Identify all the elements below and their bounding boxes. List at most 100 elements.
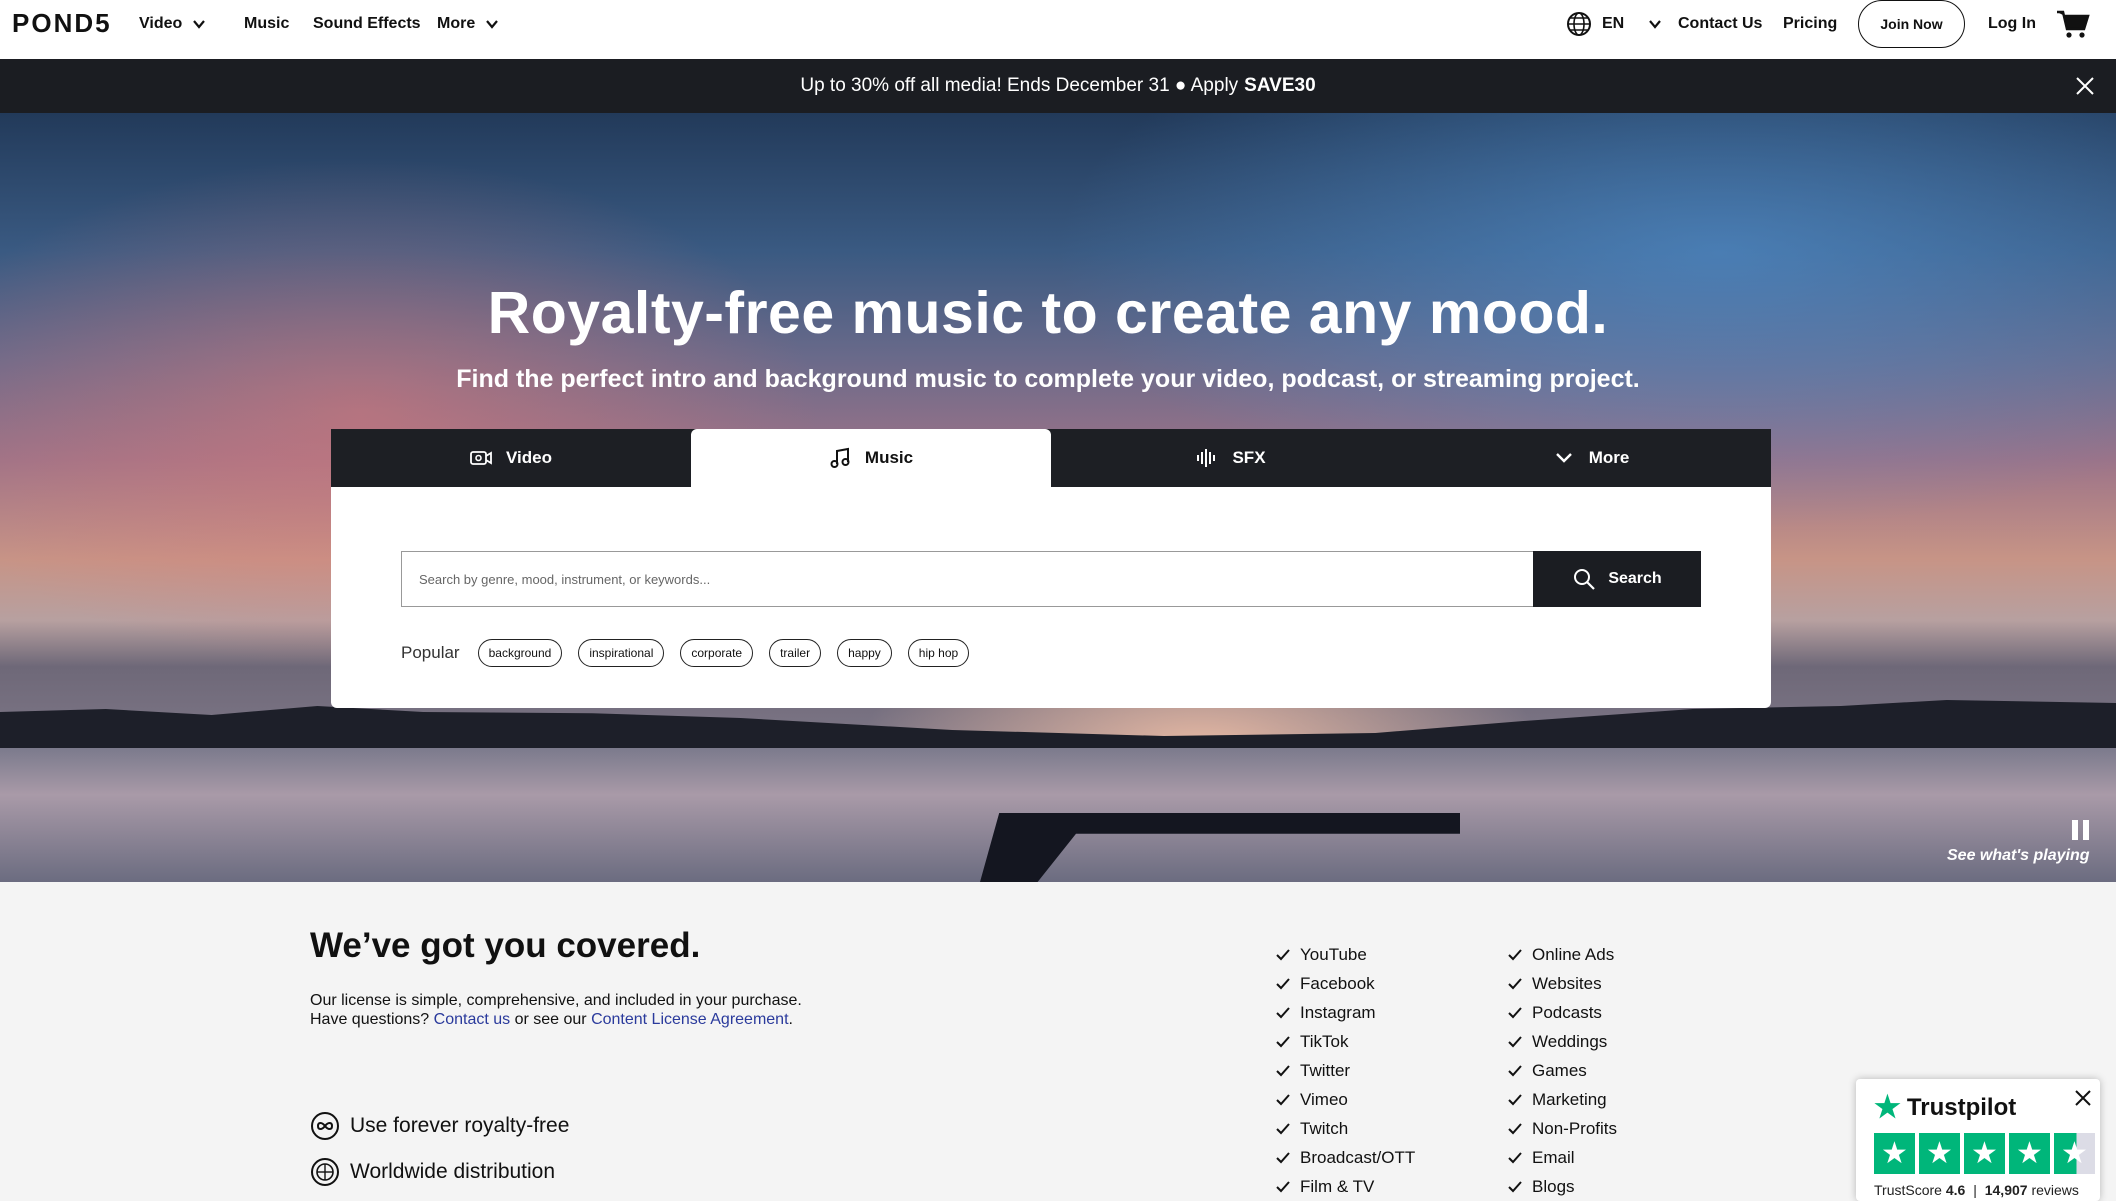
top-nav: POND5 Video Music Sound Effects More EN … <box>0 0 2116 59</box>
popular-tag[interactable]: corporate <box>680 639 754 667</box>
contact-us-link[interactable]: Contact us <box>434 1011 510 1028</box>
language-label: EN <box>1602 15 1625 32</box>
use-case-item: Websites <box>1508 969 1617 998</box>
checkmark-icon <box>1276 948 1290 960</box>
close-icon[interactable] <box>2074 1089 2092 1107</box>
nav-music-label: Music <box>244 15 290 32</box>
popular-tag[interactable]: happy <box>837 639 892 667</box>
star-icon: ★ <box>1874 1133 1915 1174</box>
checkmark-icon <box>1276 1035 1290 1047</box>
checkmark-icon <box>1508 1180 1522 1192</box>
popular-tag[interactable]: inspirational <box>578 639 665 667</box>
nav-login[interactable]: Log In <box>1988 0 2036 48</box>
nav-contact-label: Contact Us <box>1678 15 1763 32</box>
use-case-label: Instagram <box>1300 1002 1376 1022</box>
license-description: Our license is simple, comprehensive, an… <box>310 991 830 1029</box>
review-count: 14,907 <box>1984 1182 2028 1198</box>
hero-subtitle: Find the perfect intro and background mu… <box>456 365 1640 393</box>
use-case-label: Broadcast/OTT <box>1300 1147 1416 1167</box>
use-cases-list-1: YouTube Facebook Instagram TikTok Twitte… <box>1276 940 1415 1201</box>
use-case-label: Non-Profits <box>1532 1118 1618 1138</box>
trustscore-value: 4.6 <box>1945 1182 1966 1198</box>
popular-label: Popular <box>401 643 460 662</box>
pause-icon[interactable] <box>2072 820 2090 840</box>
language-selector[interactable]: EN <box>1566 0 1662 48</box>
nav-pricing-label: Pricing <box>1783 15 1838 32</box>
desc-suffix: . <box>788 1011 793 1028</box>
tab-sfx-label: SFX <box>1232 448 1266 467</box>
promo-banner: Up to 30% off all media! Ends December 3… <box>0 59 2116 113</box>
nav-pricing[interactable]: Pricing <box>1783 0 1837 48</box>
nav-music[interactable]: Music <box>244 0 289 48</box>
reviews-label: reviews <box>2031 1182 2079 1198</box>
use-case-item: Podcasts <box>1508 998 1617 1027</box>
use-case-label: Games <box>1532 1060 1587 1080</box>
use-case-item: Film & TV <box>1276 1172 1415 1201</box>
star-half-icon: ★ <box>2054 1133 2095 1174</box>
checkmark-icon <box>1508 1151 1522 1163</box>
nav-sound-effects[interactable]: Sound Effects <box>313 0 421 48</box>
search-button[interactable]: Search <box>1533 551 1701 607</box>
checkmark-icon <box>1276 1122 1290 1134</box>
camera-icon <box>470 451 492 465</box>
promo-code: SAVE30 <box>1244 75 1316 96</box>
trustpilot-star-icon: ★ <box>1874 1091 1901 1124</box>
trustpilot-score: TrustScore 4.6 | 14,907 reviews <box>1874 1182 2079 1198</box>
tab-music[interactable]: Music <box>691 429 1051 487</box>
popular-tag[interactable]: trailer <box>769 639 822 667</box>
section-title: We’ve got you covered. <box>310 926 701 965</box>
checkmark-icon <box>1508 948 1522 960</box>
use-case-label: Online Ads <box>1532 944 1615 964</box>
tab-video-label: Video <box>506 448 552 467</box>
tab-sfx[interactable]: SFX <box>1051 429 1411 487</box>
feature-label: Use forever royalty-free <box>350 1114 570 1137</box>
tab-more[interactable]: More <box>1411 429 1771 487</box>
globe-icon <box>311 1158 339 1186</box>
trustscore-label: TrustScore <box>1874 1182 1942 1198</box>
use-case-label: Weddings <box>1532 1031 1608 1051</box>
search-icon <box>1574 569 1596 590</box>
join-now-button[interactable]: Join Now <box>1858 0 1965 48</box>
nav-contact[interactable]: Contact Us <box>1678 0 1762 48</box>
license-coverage-section: We’ve got you covered. Our license is si… <box>0 882 2116 1201</box>
promo-text: Up to 30% off all media! Ends December 3… <box>800 75 1239 96</box>
checkmark-icon <box>1508 977 1522 989</box>
close-icon[interactable] <box>2073 74 2097 98</box>
search-input[interactable] <box>401 551 1533 607</box>
use-case-label: Vimeo <box>1300 1089 1348 1109</box>
nav-video[interactable]: Video <box>139 0 206 48</box>
nav-more[interactable]: More <box>437 0 499 48</box>
use-case-item: YouTube <box>1276 940 1415 969</box>
pond5-logo[interactable]: POND5 <box>12 8 112 39</box>
music-note-icon <box>830 447 850 468</box>
trustpilot-logo: ★ Trustpilot <box>1874 1093 2016 1123</box>
globe-icon <box>1567 12 1591 36</box>
tab-more-label: More <box>1588 448 1630 467</box>
checkmark-icon <box>1276 1180 1290 1192</box>
search-button-label: Search <box>1608 570 1662 587</box>
popular-tag[interactable]: hip hop <box>907 639 970 667</box>
use-case-item: Twitch <box>1276 1114 1415 1143</box>
nav-more-label: More <box>437 15 476 32</box>
use-cases-list-2: Online Ads Websites Podcasts Weddings Ga… <box>1508 940 1617 1201</box>
use-case-item: TikTok <box>1276 1027 1415 1056</box>
cart-icon[interactable] <box>2056 9 2090 39</box>
nav-sound-effects-label: Sound Effects <box>313 15 421 32</box>
star-icon: ★ <box>2009 1133 2050 1174</box>
see-whats-playing-link[interactable]: See what's playing <box>1947 847 2090 865</box>
chevron-down-icon <box>1649 20 1662 29</box>
use-case-item: Online Ads <box>1508 940 1617 969</box>
use-case-item: Marketing <box>1508 1085 1617 1114</box>
use-case-label: Podcasts <box>1532 1002 1602 1022</box>
use-case-item: Broadcast/OTT <box>1276 1143 1415 1172</box>
use-case-label: Websites <box>1532 973 1602 993</box>
content-license-link[interactable]: Content License Agreement <box>591 1011 788 1028</box>
use-case-item: Weddings <box>1508 1027 1617 1056</box>
tab-video[interactable]: Video <box>331 429 691 487</box>
use-case-label: Blogs <box>1532 1176 1575 1196</box>
use-case-label: Marketing <box>1532 1089 1607 1109</box>
use-case-item: Instagram <box>1276 998 1415 1027</box>
checkmark-icon <box>1276 1093 1290 1105</box>
popular-tag[interactable]: background <box>477 639 563 667</box>
hero-section: Royalty-free music to create any mood. F… <box>0 113 2116 882</box>
